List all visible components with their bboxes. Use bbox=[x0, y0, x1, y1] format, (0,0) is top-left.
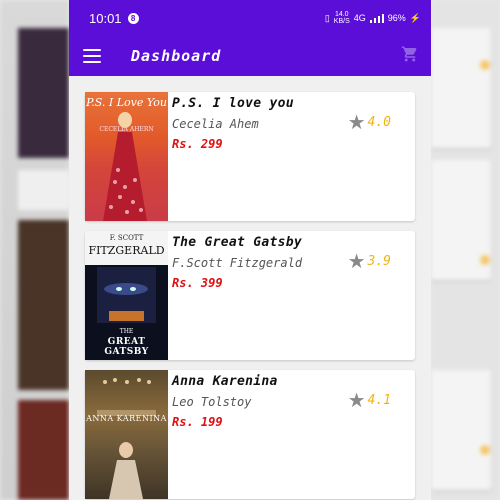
cover-illustration bbox=[103, 112, 147, 221]
phone-screen: 10:01 8 ▯ 14.0 KB/S 4G 96% ⚡ Dashboard P… bbox=[69, 0, 431, 500]
book-title: P.S. I love you bbox=[172, 96, 294, 111]
network-type: 4G bbox=[353, 13, 366, 23]
book-rating: ★ 4.1 bbox=[348, 390, 391, 410]
book-rating: ★ 3.9 bbox=[348, 251, 391, 271]
hamburger-menu-icon[interactable] bbox=[83, 49, 101, 63]
charging-icon: ⚡ bbox=[409, 12, 421, 23]
cover-title: GREAT GATSBY bbox=[104, 337, 149, 357]
signal-icon bbox=[369, 13, 384, 23]
book-rating: ★ 4.0 bbox=[348, 112, 391, 132]
cover-illustration bbox=[97, 378, 156, 499]
book-cover-image: ANNA KARENINA bbox=[85, 370, 168, 499]
book-price: Rs. 399 bbox=[172, 276, 223, 290]
book-cover-image: F. SCOTT FITZGERALD THE GREAT GATSBY bbox=[85, 231, 168, 360]
background-right-panel bbox=[431, 0, 500, 500]
rating-value: 4.0 bbox=[367, 114, 391, 130]
status-time: 10:01 bbox=[89, 10, 122, 26]
rating-value: 3.9 bbox=[367, 253, 391, 269]
status-bar: 10:01 8 ▯ 14.0 KB/S 4G 96% ⚡ bbox=[69, 0, 431, 36]
book-price: Rs. 299 bbox=[172, 137, 223, 151]
star-icon: ★ bbox=[347, 249, 366, 273]
book-card[interactable]: ANNA KARENINA Anna Karenina Leo Tolstoy … bbox=[85, 370, 415, 499]
page-title: Dashboard bbox=[131, 47, 222, 65]
book-card[interactable]: F. SCOTT FITZGERALD THE GREAT GATSBY The… bbox=[85, 231, 415, 360]
network-speed: 14.0 KB/S bbox=[334, 11, 350, 25]
background-left-panel bbox=[0, 0, 69, 500]
vibrate-icon: ▯ bbox=[324, 12, 330, 23]
cover-title: ANNA KARENINA bbox=[86, 414, 167, 423]
battery-level: 96% bbox=[387, 13, 406, 23]
book-title: Anna Karenina bbox=[172, 374, 278, 389]
rating-value: 4.1 bbox=[367, 392, 391, 408]
network-speed-unit: KB/S bbox=[333, 18, 350, 25]
notification-badge: 8 bbox=[127, 12, 139, 24]
book-card[interactable]: P.S. I Love You CECELIA AHERN P.S. I lov… bbox=[85, 92, 415, 221]
star-icon: ★ bbox=[347, 388, 366, 412]
cover-small-text: THE bbox=[119, 328, 134, 335]
network-speed-value: 14.0 bbox=[334, 11, 349, 18]
status-indicators: ▯ 14.0 KB/S 4G 96% ⚡ bbox=[325, 11, 421, 25]
book-list: P.S. I Love You CECELIA AHERN P.S. I lov… bbox=[69, 76, 431, 499]
app-bar: Dashboard bbox=[69, 36, 431, 76]
book-title: The Great Gatsby bbox=[172, 235, 303, 250]
cart-icon[interactable] bbox=[401, 45, 419, 67]
book-price: Rs. 199 bbox=[172, 415, 223, 429]
star-icon: ★ bbox=[347, 110, 366, 134]
book-cover-image: P.S. I Love You CECELIA AHERN bbox=[85, 92, 168, 221]
